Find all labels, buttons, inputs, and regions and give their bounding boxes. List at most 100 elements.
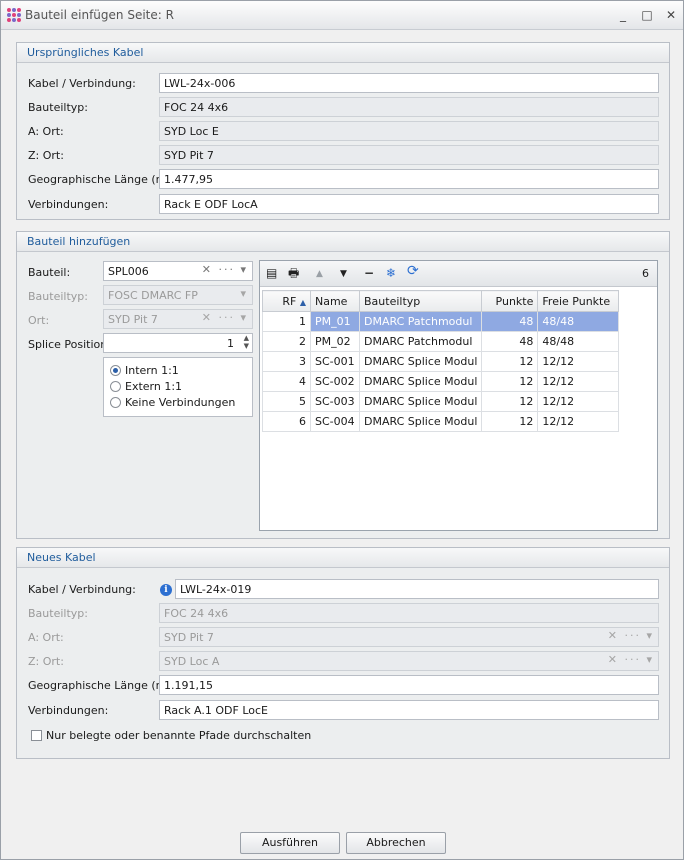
new-a-location-value: SYD Pit 7 bbox=[164, 631, 214, 644]
cell-rf[interactable]: 3 bbox=[262, 351, 311, 372]
cell-free-points[interactable]: 48/48 bbox=[537, 331, 620, 352]
cell-type[interactable]: DMARC Splice Modul bbox=[358, 391, 483, 412]
table-row[interactable]: 1 PM_01 DMARC Patchmodul 48 48/48 bbox=[262, 311, 620, 332]
cell-name[interactable]: SC-001 bbox=[310, 351, 360, 372]
remove-icon[interactable]: − bbox=[364, 266, 374, 280]
more-icon: ··· bbox=[624, 653, 641, 666]
execute-button[interactable]: Ausführen bbox=[240, 832, 340, 854]
cell-points[interactable]: 12 bbox=[481, 391, 539, 412]
column-header-type[interactable]: Bauteiltyp bbox=[358, 290, 483, 312]
spinner-arrows-icon[interactable]: ▲ ▼ bbox=[244, 334, 249, 350]
cell-rf[interactable]: 2 bbox=[262, 331, 311, 352]
chevron-down-icon[interactable]: ▾ bbox=[240, 263, 248, 276]
cell-free-points[interactable]: 12/12 bbox=[537, 351, 620, 372]
cell-points[interactable]: 12 bbox=[481, 371, 539, 392]
checkbox-unchecked-icon[interactable] bbox=[31, 730, 42, 741]
component-value: SPL006 bbox=[108, 265, 149, 278]
radio-extern[interactable]: Extern 1:1 bbox=[110, 380, 182, 393]
cell-name[interactable]: SC-003 bbox=[310, 391, 360, 412]
cell-points[interactable]: 12 bbox=[481, 351, 539, 372]
cell-free-points[interactable]: 12/12 bbox=[537, 391, 620, 412]
print-icon[interactable]: 🖶 bbox=[288, 266, 299, 280]
new-connections-field[interactable]: Rack A.1 ODF LocE bbox=[159, 700, 659, 720]
more-icon: ··· bbox=[624, 629, 641, 642]
move-down-icon[interactable]: ▼ bbox=[340, 267, 347, 281]
radio-intern[interactable]: Intern 1:1 bbox=[110, 364, 179, 377]
column-header-rf[interactable]: RF ▲ bbox=[262, 290, 311, 312]
close-button[interactable]: ✕ bbox=[663, 7, 679, 23]
move-up-icon[interactable]: ▲ bbox=[316, 267, 323, 281]
original-a-location-field: SYD Loc E bbox=[159, 121, 659, 141]
clear-icon[interactable]: ✕ bbox=[202, 263, 213, 276]
column-header-name[interactable]: Name bbox=[310, 290, 360, 312]
modules-table-body: 1 PM_01 DMARC Patchmodul 48 48/48 2 PM_02 DMARC… bbox=[262, 311, 620, 432]
new-z-location-label: Z: Ort: bbox=[28, 655, 64, 668]
component-label: Bauteil: bbox=[28, 266, 71, 279]
radio-unselected-icon[interactable] bbox=[110, 381, 121, 392]
cell-type[interactable]: DMARC Splice Modul bbox=[358, 371, 483, 392]
new-cable-group: Neues Kabel Kabel / Verbindung: i LWL-24… bbox=[16, 547, 670, 759]
original-cable-field[interactable]: LWL-24x-006 bbox=[159, 73, 659, 93]
table-row[interactable]: 5 SC-003 DMARC Splice Modul 12 12/12 bbox=[262, 391, 620, 412]
table-row[interactable]: 6 SC-004 DMARC Splice Modul 12 12/12 bbox=[262, 411, 620, 432]
cell-type[interactable]: DMARC Patchmodul bbox=[358, 311, 483, 332]
original-type-label: Bauteiltyp: bbox=[28, 101, 88, 114]
original-cable-group: Ursprüngliches Kabel Kabel / Verbindung:… bbox=[16, 42, 670, 220]
cell-type[interactable]: DMARC Splice Modul bbox=[358, 411, 483, 432]
refresh-icon[interactable]: ⟳ bbox=[407, 264, 419, 278]
table-row[interactable]: 3 SC-001 DMARC Splice Modul 12 12/12 bbox=[262, 351, 620, 372]
component-location-label: Ort: bbox=[28, 314, 50, 327]
modules-table: RF ▲ Name Bauteiltyp Punkte Freie Punkte… bbox=[262, 290, 620, 432]
cell-points[interactable]: 48 bbox=[481, 311, 539, 332]
original-type-field: FOC 24 4x6 bbox=[159, 97, 659, 117]
cancel-button[interactable]: Abbrechen bbox=[346, 832, 446, 854]
cell-name[interactable]: SC-004 bbox=[310, 411, 360, 432]
column-header-points[interactable]: Punkte bbox=[481, 290, 539, 312]
radio-unselected-icon[interactable] bbox=[110, 397, 121, 408]
more-icon[interactable]: ··· bbox=[218, 263, 235, 276]
cell-name[interactable]: PM_01 bbox=[310, 311, 360, 332]
cell-free-points[interactable]: 12/12 bbox=[537, 411, 620, 432]
new-a-location-combobox: SYD Pit 7 ✕ ··· ▾ bbox=[159, 627, 659, 647]
clear-icon: ✕ bbox=[201, 311, 213, 324]
add-component-header: Bauteil hinzufügen bbox=[17, 232, 669, 252]
info-icon[interactable]: i bbox=[160, 584, 172, 596]
component-location-value: SYD Pit 7 bbox=[108, 313, 158, 326]
original-length-field[interactable]: 1.477,95 bbox=[159, 169, 659, 189]
cell-name[interactable]: SC-002 bbox=[310, 371, 360, 392]
table-row[interactable]: 4 SC-002 DMARC Splice Modul 12 12/12 bbox=[262, 371, 620, 392]
cell-rf[interactable]: 1 bbox=[262, 311, 311, 332]
original-z-location-label: Z: Ort: bbox=[28, 149, 64, 162]
table-row[interactable]: 2 PM_02 DMARC Patchmodul 48 48/48 bbox=[262, 331, 620, 352]
columns-icon[interactable]: ▤ bbox=[266, 266, 277, 280]
app-logo-icon bbox=[7, 8, 21, 22]
component-type-combobox: FOSC DMARC FP ▾ bbox=[103, 285, 253, 305]
cell-points[interactable]: 12 bbox=[481, 411, 539, 432]
cell-rf[interactable]: 4 bbox=[262, 371, 311, 392]
original-connections-field[interactable]: Rack E ODF LocA bbox=[159, 194, 659, 214]
column-header-free-points[interactable]: Freie Punkte bbox=[537, 290, 620, 312]
cell-free-points[interactable]: 12/12 bbox=[537, 371, 620, 392]
original-connections-label: Verbindungen: bbox=[28, 198, 109, 211]
splice-position-spinner[interactable]: 1 ▲ ▼ bbox=[103, 333, 253, 353]
more-icon: ··· bbox=[218, 311, 235, 324]
cell-name[interactable]: PM_02 bbox=[310, 331, 360, 352]
cell-points[interactable]: 48 bbox=[481, 331, 539, 352]
minimize-button[interactable]: _ bbox=[615, 7, 631, 23]
freeze-icon[interactable]: ❄ bbox=[386, 266, 396, 280]
new-cable-field[interactable]: LWL-24x-019 bbox=[175, 579, 659, 599]
new-length-field[interactable]: 1.191,15 bbox=[159, 675, 659, 695]
cell-rf[interactable]: 6 bbox=[262, 411, 311, 432]
cell-type[interactable]: DMARC Splice Modul bbox=[358, 351, 483, 372]
maximize-button[interactable]: □ bbox=[639, 7, 655, 23]
component-combobox[interactable]: SPL006 ✕ ··· ▾ bbox=[103, 261, 253, 281]
radio-keine-verbindungen[interactable]: Keine Verbindungen bbox=[110, 396, 235, 409]
new-length-label: Geographische Länge (m): bbox=[28, 679, 175, 692]
cell-rf[interactable]: 5 bbox=[262, 391, 311, 412]
original-a-location-label: A: Ort: bbox=[28, 125, 64, 138]
new-type-label: Bauteiltyp: bbox=[28, 607, 88, 620]
radio-selected-icon[interactable] bbox=[110, 365, 121, 376]
cell-free-points[interactable]: 48/48 bbox=[537, 311, 620, 332]
cell-type[interactable]: DMARC Patchmodul bbox=[358, 331, 483, 352]
through-connect-checkbox[interactable]: Nur belegte oder benannte Pfade durchsch… bbox=[31, 729, 311, 742]
